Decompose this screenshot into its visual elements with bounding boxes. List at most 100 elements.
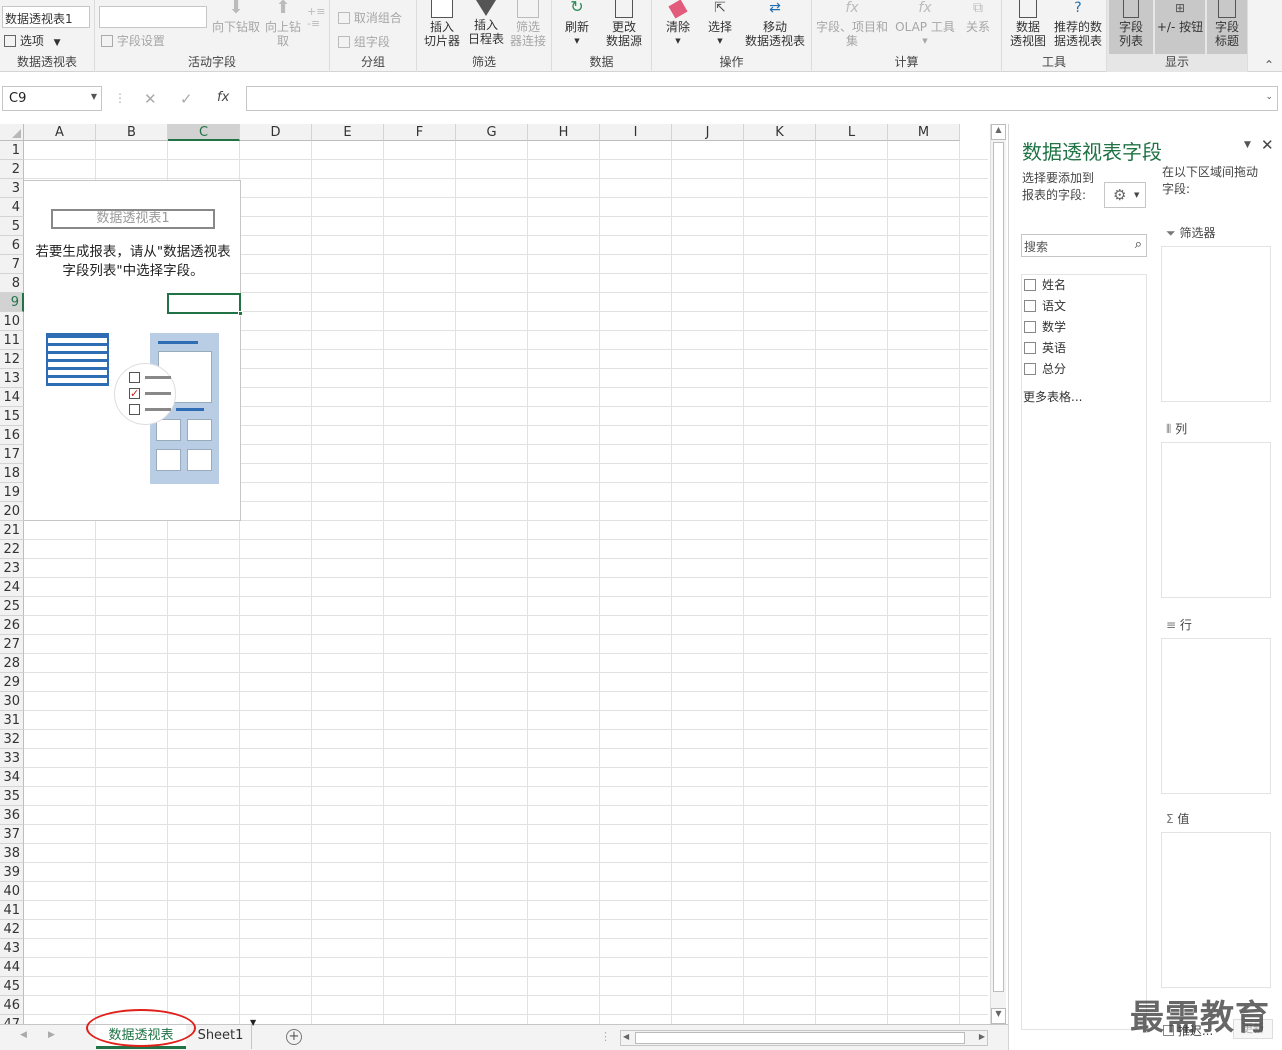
cancel-icon[interactable]: ✕ — [144, 90, 157, 108]
row-header-7[interactable]: 7 — [0, 255, 24, 274]
field-headers-button[interactable]: 字段 标题 — [1207, 0, 1247, 54]
column-header-d[interactable]: D — [240, 124, 312, 141]
column-header-b[interactable]: B — [96, 124, 168, 141]
column-header-f[interactable]: F — [384, 124, 456, 141]
field-list-button[interactable]: 字段 列表 — [1109, 0, 1153, 54]
column-header-e[interactable]: E — [312, 124, 384, 141]
row-header-44[interactable]: 44 — [0, 958, 24, 977]
row-header-24[interactable]: 24 — [0, 578, 24, 597]
olap-tools-button[interactable]: fx OLAP 工具 ▼ — [892, 0, 958, 48]
row-header-10[interactable]: 10 — [0, 312, 24, 331]
column-header-i[interactable]: I — [600, 124, 672, 141]
columns-zone[interactable] — [1161, 442, 1271, 598]
scroll-up-icon[interactable]: ▲ — [991, 124, 1006, 140]
field-item[interactable]: 英语 — [1024, 339, 1066, 357]
column-header-k[interactable]: K — [744, 124, 816, 141]
row-header-12[interactable]: 12 — [0, 350, 24, 369]
row-header-1[interactable]: 1 — [0, 141, 24, 160]
insert-timeline-button[interactable]: 插入 日程表 — [465, 0, 507, 46]
row-header-14[interactable]: 14 — [0, 388, 24, 407]
recommended-pivot-button[interactable]: ? 推荐的数 据透视表 — [1050, 0, 1106, 48]
rows-zone[interactable] — [1161, 638, 1271, 794]
row-header-22[interactable]: 22 — [0, 540, 24, 559]
clear-button[interactable]: 清除 ▼ — [658, 0, 698, 48]
row-header-46[interactable]: 46 — [0, 996, 24, 1015]
row-header-39[interactable]: 39 — [0, 863, 24, 882]
row-header-27[interactable]: 27 — [0, 635, 24, 654]
filter-connections-button[interactable]: 筛选 器连接 — [507, 0, 549, 48]
panel-options-chevron-icon[interactable]: ▼ — [1244, 140, 1251, 150]
field-item[interactable]: 数学 — [1024, 318, 1066, 336]
row-header-35[interactable]: 35 — [0, 787, 24, 806]
field-checkbox[interactable] — [1024, 300, 1036, 312]
row-header-16[interactable]: 16 — [0, 426, 24, 445]
drill-down-button[interactable]: ⬇ 向下钻取 — [211, 0, 261, 34]
filters-zone[interactable] — [1161, 246, 1271, 402]
field-item[interactable]: 姓名 — [1024, 276, 1066, 294]
collapse-ribbon-icon[interactable]: ⌃ — [1264, 58, 1274, 72]
field-search-input[interactable]: 搜索 ⌕ — [1021, 234, 1147, 257]
insert-function-button[interactable]: fx — [217, 90, 229, 105]
row-header-37[interactable]: 37 — [0, 825, 24, 844]
row-header-8[interactable]: 8 — [0, 274, 24, 293]
row-header-47[interactable]: 47 — [0, 1015, 24, 1024]
row-header-4[interactable]: 4 — [0, 198, 24, 217]
move-pivot-button[interactable]: ⇄ 移动 数据透视表 — [742, 0, 808, 48]
options-button[interactable]: 选项 ▼ — [4, 32, 61, 49]
field-checkbox[interactable] — [1024, 342, 1036, 354]
row-header-26[interactable]: 26 — [0, 616, 24, 635]
field-settings-button[interactable]: 字段设置 — [101, 32, 165, 49]
row-header-32[interactable]: 32 — [0, 730, 24, 749]
selected-cell[interactable] — [167, 293, 243, 316]
relationships-button[interactable]: ⧉ 关系 — [960, 0, 996, 34]
row-header-9[interactable]: 9 — [0, 293, 24, 312]
row-header-13[interactable]: 13 — [0, 369, 24, 388]
row-header-38[interactable]: 38 — [0, 844, 24, 863]
row-header-20[interactable]: 20 — [0, 502, 24, 521]
row-header-6[interactable]: 6 — [0, 236, 24, 255]
chevron-down-icon[interactable]: ⌄ — [1265, 92, 1273, 102]
scroll-thumb[interactable] — [993, 142, 1004, 992]
name-box[interactable]: C9 ▼ — [2, 86, 102, 111]
formula-input[interactable]: ⌄ — [246, 86, 1278, 111]
tab-scroll-left-icon[interactable]: ◀ — [20, 1030, 27, 1040]
row-header-18[interactable]: 18 — [0, 464, 24, 483]
field-checkbox[interactable] — [1024, 279, 1036, 291]
vertical-scrollbar[interactable]: ▲ ▼ — [990, 124, 1006, 1024]
row-header-36[interactable]: 36 — [0, 806, 24, 825]
column-header-a[interactable]: A — [24, 124, 96, 141]
column-header-g[interactable]: G — [456, 124, 528, 141]
select-button[interactable]: ⇱ 选择 ▼ — [700, 0, 740, 48]
column-header-h[interactable]: H — [528, 124, 600, 141]
close-icon[interactable]: ✕ — [1261, 136, 1274, 154]
group-field-button[interactable]: 组字段 — [338, 33, 390, 50]
insert-slicer-button[interactable]: 插入 切片器 — [421, 0, 463, 48]
row-header-45[interactable]: 45 — [0, 977, 24, 996]
search-icon[interactable]: ⌕ — [1135, 237, 1142, 252]
pivot-name-input[interactable]: 数据透视表1 — [2, 6, 90, 28]
row-header-5[interactable]: 5 — [0, 217, 24, 236]
expand-collapse-icon[interactable]: +≡ -≡ — [307, 6, 325, 30]
row-header-31[interactable]: 31 — [0, 711, 24, 730]
column-header-l[interactable]: L — [816, 124, 888, 141]
column-header-j[interactable]: J — [672, 124, 744, 141]
pivotchart-button[interactable]: 数据 透视图 — [1006, 0, 1050, 48]
horizontal-scrollbar[interactable]: ◀ ▶ — [620, 1030, 988, 1046]
fill-handle[interactable] — [238, 311, 243, 316]
more-tables-link[interactable]: 更多表格... — [1023, 388, 1082, 405]
row-header-34[interactable]: 34 — [0, 768, 24, 787]
ungroup-button[interactable]: 取消组合 — [338, 9, 402, 26]
field-checkbox[interactable] — [1024, 363, 1036, 375]
row-header-40[interactable]: 40 — [0, 882, 24, 901]
hscroll-right-icon[interactable]: ▶ — [979, 1032, 985, 1041]
field-checkbox[interactable] — [1024, 321, 1036, 333]
row-header-25[interactable]: 25 — [0, 597, 24, 616]
enter-icon[interactable]: ✓ — [180, 90, 193, 108]
row-header-3[interactable]: 3 — [0, 179, 24, 198]
scroll-down-icon[interactable]: ▼ — [991, 1008, 1006, 1024]
sheet-tab-sheet1[interactable]: Sheet1 — [190, 1025, 252, 1049]
change-data-source-button[interactable]: 更改 数据源 — [598, 0, 650, 48]
row-header-19[interactable]: 19 — [0, 483, 24, 502]
field-item[interactable]: 语文 — [1024, 297, 1066, 315]
hscroll-left-icon[interactable]: ◀ — [623, 1032, 629, 1041]
